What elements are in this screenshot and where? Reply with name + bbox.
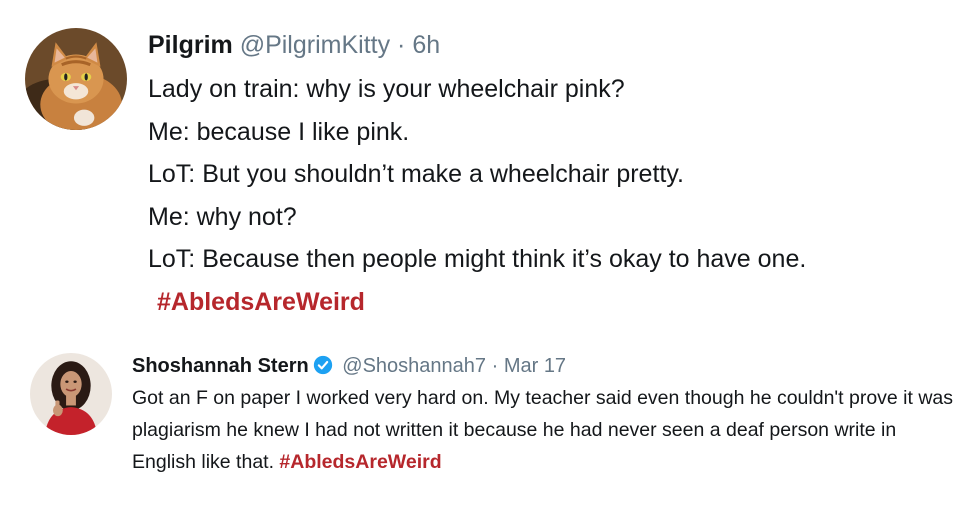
tweet-text: Lady on train: why is your wheelchair pi… bbox=[148, 68, 806, 323]
tweet-line: Me: why not? bbox=[148, 202, 297, 231]
avatar[interactable] bbox=[30, 353, 112, 435]
separator: · bbox=[491, 355, 499, 377]
user-handle[interactable]: @PilgrimKitty bbox=[240, 31, 390, 59]
avatar[interactable] bbox=[25, 28, 127, 130]
timestamp[interactable]: Mar 17 bbox=[504, 355, 566, 377]
hashtag-link[interactable]: #AbledsAreWeird bbox=[279, 451, 441, 473]
separator: · bbox=[397, 31, 406, 59]
display-name[interactable]: Shoshannah Stern bbox=[132, 355, 309, 377]
timestamp[interactable]: 6h bbox=[412, 31, 440, 59]
tweet-line: Me: because I like pink. bbox=[148, 117, 410, 146]
woman-in-red-dress-avatar-icon bbox=[30, 353, 112, 435]
hashtag-link[interactable]: #AbledsAreWeird bbox=[148, 281, 806, 324]
tweet-text: Got an F on paper I worked very hard on.… bbox=[132, 382, 962, 478]
display-name[interactable]: Pilgrim bbox=[148, 31, 233, 59]
tweet-shoshannah: Shoshannah Stern @Shoshannah7 · Mar 17 G… bbox=[0, 335, 980, 510]
tweet-line: LoT: Because then people might think it’… bbox=[148, 245, 807, 273]
tweet-body: Got an F on paper I worked very hard on.… bbox=[132, 387, 954, 473]
orange-cat-avatar-icon bbox=[25, 28, 127, 130]
tweet-header: Shoshannah Stern @Shoshannah7 · Mar 17 bbox=[132, 353, 566, 379]
tweet-line: Lady on train: why is your wheelchair pi… bbox=[148, 75, 625, 103]
tweet-header: Pilgrim @PilgrimKitty · 6h bbox=[148, 30, 440, 60]
tweet-line: LoT: But you shouldn’t make a wheelchair… bbox=[148, 160, 684, 188]
verified-badge-icon bbox=[313, 355, 333, 375]
tweet-pilgrim: Pilgrim @PilgrimKitty · 6h Lady on train… bbox=[0, 0, 980, 335]
user-handle[interactable]: @Shoshannah7 bbox=[342, 355, 486, 377]
